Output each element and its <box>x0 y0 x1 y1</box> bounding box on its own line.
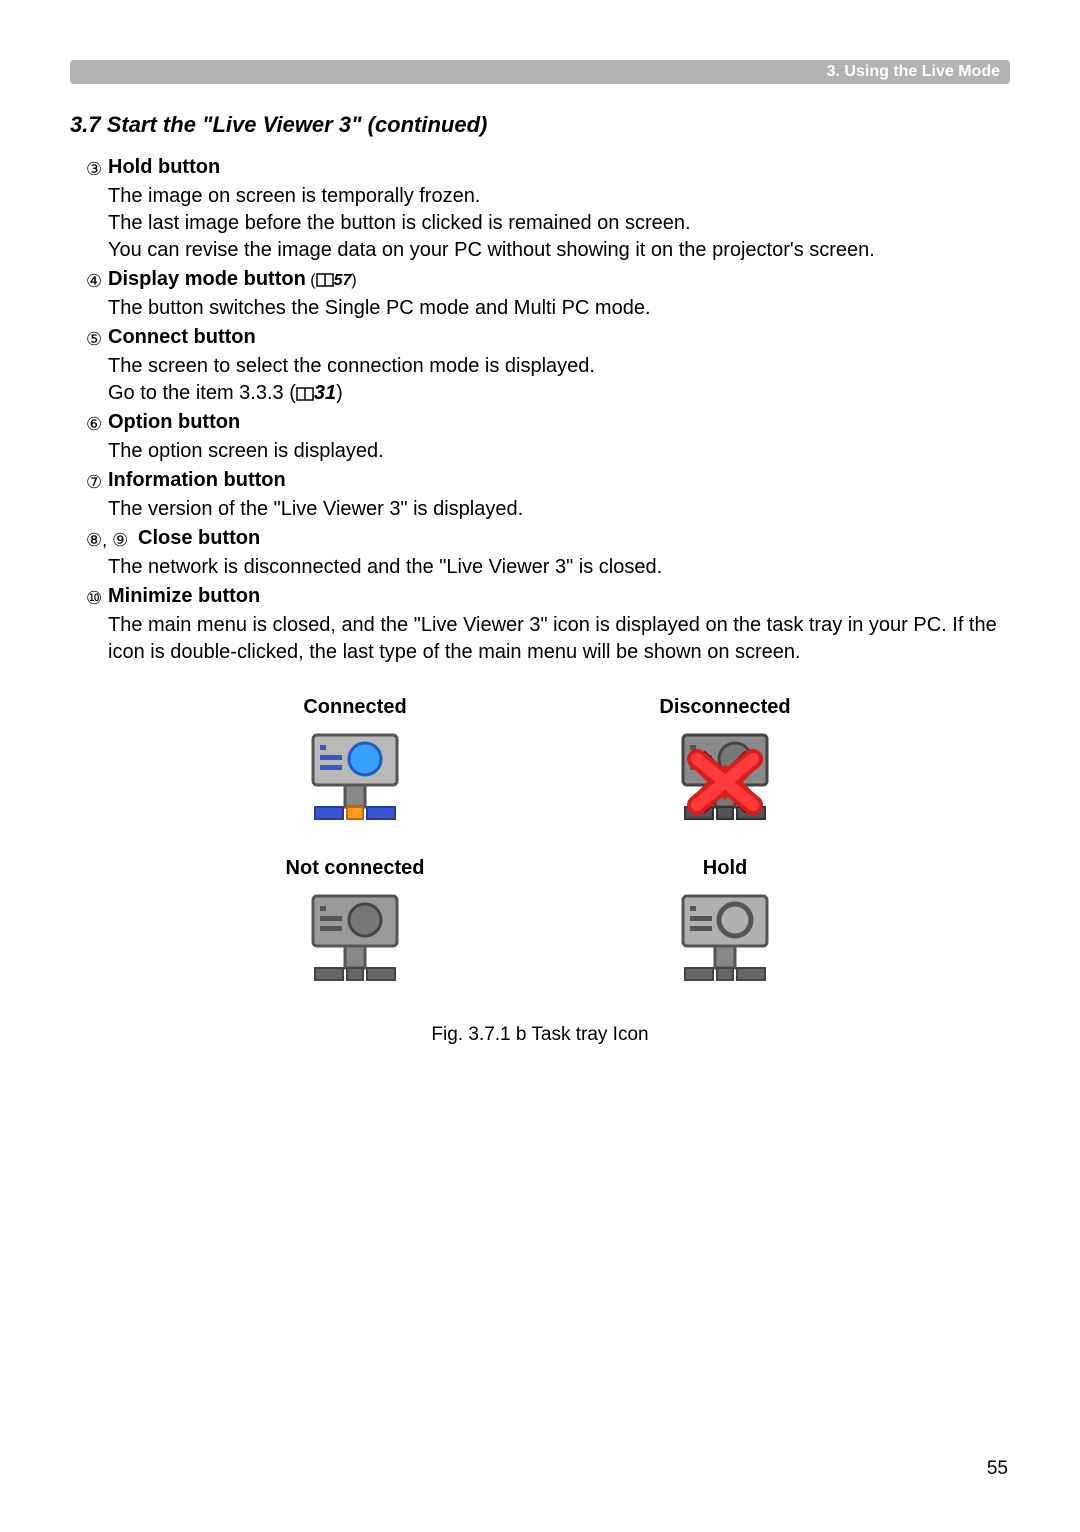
item-body: The network is disconnected and the "Liv… <box>70 554 1010 581</box>
icon-cell-not-connected: Not connected <box>265 857 445 988</box>
icon-label: Hold <box>703 857 747 880</box>
item-body: The screen to select the connection mode… <box>70 353 1010 407</box>
item-title: Close button <box>138 527 260 550</box>
tray-icons-figure: Connected Disconnected <box>70 696 1010 1046</box>
item-body: The image on screen is temporally frozen… <box>70 183 1010 264</box>
item-title: Option button <box>108 411 240 434</box>
list-item: ⑧, ⑨ Close button The network is disconn… <box>70 527 1010 581</box>
connected-icon <box>305 727 405 827</box>
item-title: Information button <box>108 469 286 492</box>
item-body: The option screen is displayed. <box>70 438 1010 465</box>
disconnected-icon <box>675 727 775 827</box>
icon-cell-disconnected: Disconnected <box>635 696 815 827</box>
items-list: ③ Hold button The image on screen is tem… <box>70 156 1010 666</box>
item-number: ⑧, ⑨ <box>86 527 138 554</box>
item-body: The button switches the Single PC mode a… <box>70 295 1010 322</box>
item-body-prefix: Go to the item 3.3.3 ( <box>108 382 296 404</box>
book-icon <box>316 273 334 287</box>
item-number: ⑤ <box>86 326 108 353</box>
icon-label: Connected <box>303 696 406 719</box>
item-number: ⑩ <box>86 585 108 612</box>
item-body: The main menu is closed, and the "Live V… <box>70 612 1010 666</box>
book-icon <box>296 387 314 401</box>
page-ref: 31 <box>314 382 336 404</box>
item-body-suffix: ) <box>336 382 343 404</box>
list-item: ⑤ Connect button The screen to select th… <box>70 326 1010 407</box>
not-connected-icon <box>305 888 405 988</box>
icon-cell-connected: Connected <box>265 696 445 827</box>
list-item: ③ Hold button The image on screen is tem… <box>70 156 1010 264</box>
item-title: Hold button <box>108 156 220 179</box>
icon-label: Not connected <box>286 857 425 880</box>
page-number: 55 <box>987 1458 1008 1480</box>
icon-label: Disconnected <box>659 696 790 719</box>
item-number: ⑦ <box>86 469 108 496</box>
item-title: Connect button <box>108 326 256 349</box>
figure-caption: Fig. 3.7.1 b Task tray Icon <box>431 1024 648 1046</box>
item-body: The version of the "Live Viewer 3" is di… <box>70 496 1010 523</box>
ref-close-paren: ) <box>351 272 356 289</box>
hold-icon <box>675 888 775 988</box>
item-number: ④ <box>86 268 108 295</box>
item-number: ⑥ <box>86 411 108 438</box>
item-body-line: The screen to select the connection mode… <box>108 355 595 377</box>
item-title: Display mode button <box>108 268 306 290</box>
list-item: ⑦ Information button The version of the … <box>70 469 1010 523</box>
item-title: Minimize button <box>108 585 260 608</box>
chapter-header: 3. Using the Live Mode <box>70 60 1010 84</box>
item-number: ③ <box>86 156 108 183</box>
section-title: 3.7 Start the "Live Viewer 3" (continued… <box>70 112 1010 138</box>
list-item: ④ Display mode button (57) The button sw… <box>70 268 1010 322</box>
icon-cell-hold: Hold <box>635 857 815 988</box>
list-item: ⑥ Option button The option screen is dis… <box>70 411 1010 465</box>
page-ref: 57 <box>334 272 352 289</box>
list-item: ⑩ Minimize button The main menu is close… <box>70 585 1010 666</box>
chapter-title: 3. Using the Live Mode <box>827 63 1000 81</box>
